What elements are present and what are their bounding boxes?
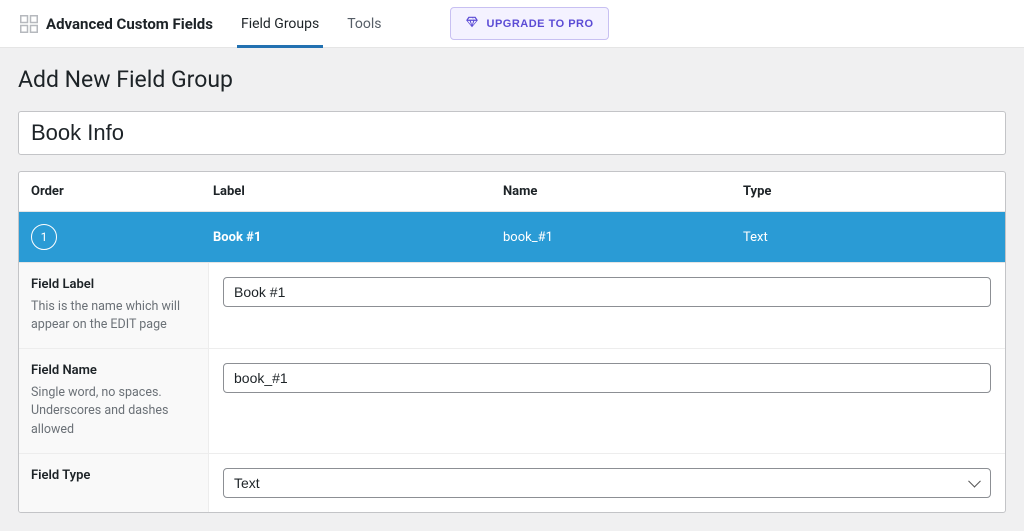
nav-tab-label: Field Groups	[241, 16, 319, 32]
setting-label: Field Label	[31, 277, 196, 292]
field-name-cell: book_#1	[499, 230, 739, 245]
upgrade-label: UPGRADE TO PRO	[487, 18, 594, 30]
upgrade-to-pro-button[interactable]: UPGRADE TO PRO	[450, 7, 609, 40]
diamond-icon	[465, 15, 479, 32]
brand: Advanced Custom Fields	[20, 15, 213, 33]
setting-help: Single word, no spaces. Underscores and …	[31, 384, 196, 438]
field-type-cell: Text	[739, 230, 1005, 245]
setting-help: This is the name which will appear on th…	[31, 298, 196, 334]
setting-row-field-name: Field Name Single word, no spaces. Under…	[19, 348, 1005, 452]
field-label-input[interactable]	[223, 277, 991, 307]
page-title: Add New Field Group	[18, 66, 1006, 93]
setting-label: Field Type	[31, 468, 196, 483]
field-order-badge: 1	[31, 224, 57, 250]
col-header-type: Type	[739, 172, 1005, 211]
field-name-input[interactable]	[223, 363, 991, 393]
field-row[interactable]: 1 Book #1 book_#1 Text	[19, 212, 1005, 262]
setting-label: Field Name	[31, 363, 196, 378]
nav-tab-label: Tools	[347, 16, 381, 32]
nav-tab-tools[interactable]: Tools	[347, 0, 381, 48]
setting-input-cell	[209, 263, 1005, 348]
page-body: Add New Field Group Order Label Name Typ…	[0, 48, 1024, 531]
setting-input-cell: Text	[209, 454, 1005, 512]
setting-label-cell: Field Type	[19, 454, 209, 512]
field-order-cell: 1	[19, 224, 209, 250]
field-type-select-wrap: Text	[223, 468, 991, 498]
setting-row-field-label: Field Label This is the name which will …	[19, 263, 1005, 348]
setting-label-cell: Field Name Single word, no spaces. Under…	[19, 349, 209, 452]
col-header-label: Label	[209, 172, 499, 211]
setting-label-cell: Field Label This is the name which will …	[19, 263, 209, 348]
field-settings: Field Label This is the name which will …	[19, 262, 1005, 512]
col-header-name: Name	[499, 172, 739, 211]
field-label-cell: Book #1	[209, 230, 499, 245]
group-title-panel	[18, 111, 1006, 155]
fields-panel: Order Label Name Type 1 Book #1 book_#1 …	[18, 171, 1006, 513]
acf-logo-icon	[20, 15, 38, 33]
setting-row-field-type: Field Type Text	[19, 453, 1005, 512]
top-nav: Advanced Custom Fields Field Groups Tool…	[0, 0, 1024, 48]
fields-table-header: Order Label Name Type	[19, 172, 1005, 212]
field-type-select[interactable]: Text	[223, 468, 991, 498]
col-header-order: Order	[19, 172, 209, 211]
setting-input-cell	[209, 349, 1005, 452]
nav-tab-field-groups[interactable]: Field Groups	[241, 0, 319, 48]
brand-label: Advanced Custom Fields	[46, 15, 213, 33]
group-title-input[interactable]	[19, 112, 1005, 154]
